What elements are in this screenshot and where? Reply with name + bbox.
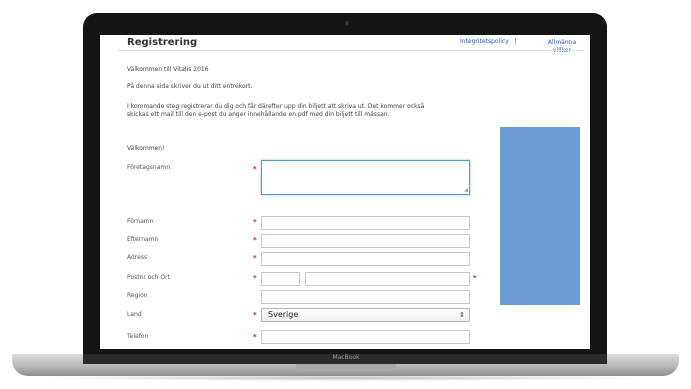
header-divider bbox=[118, 50, 584, 51]
laptop-notch bbox=[296, 364, 396, 371]
laptop-brand-label: MacBook bbox=[332, 354, 360, 361]
required-marker: * bbox=[253, 236, 257, 244]
select-arrows-icon: ⇕ bbox=[459, 311, 465, 319]
info-text-line1: I kommande steg registrerar du dig och f… bbox=[127, 103, 425, 110]
company-label: Företagsnamn bbox=[127, 164, 171, 171]
firstname-input[interactable] bbox=[261, 216, 470, 230]
lastname-input[interactable] bbox=[261, 234, 470, 248]
required-marker: * bbox=[253, 254, 257, 262]
terms-link[interactable]: Allmänna villkor bbox=[541, 39, 583, 55]
phone-input[interactable] bbox=[261, 330, 470, 344]
country-label: Land bbox=[127, 311, 142, 318]
privacy-policy-link[interactable]: Integritetspolicy bbox=[460, 38, 509, 45]
required-marker: * bbox=[253, 274, 257, 282]
city-input[interactable] bbox=[305, 272, 470, 286]
region-label: Region bbox=[127, 292, 148, 299]
required-marker: * bbox=[473, 274, 477, 282]
resize-grip-icon[interactable]: ◢ bbox=[464, 187, 468, 193]
required-marker: * bbox=[253, 311, 257, 319]
info-text-line2: skickas ett mail till den e-post du ange… bbox=[127, 111, 390, 118]
phone-label: Telefon bbox=[127, 333, 149, 340]
lastname-label: Efternamn bbox=[127, 236, 159, 243]
address-input[interactable] bbox=[261, 252, 470, 266]
welcome-text: Välkommen till Vitalis 2016 bbox=[127, 66, 209, 73]
required-marker: * bbox=[253, 333, 257, 341]
country-select[interactable]: Sverige ⇕ bbox=[261, 308, 470, 322]
sidebar-banner bbox=[500, 127, 580, 305]
required-marker: * bbox=[253, 218, 257, 226]
camera-icon bbox=[345, 21, 349, 25]
country-select-value: Sverige bbox=[268, 310, 299, 319]
greeting-text: Välkommen! bbox=[127, 145, 165, 152]
required-marker: * bbox=[253, 165, 257, 173]
browser-screen: Registrering Integritetspolicy | Allmänna… bbox=[100, 35, 590, 349]
intro-text: På denna sida skriver du ut ditt entréko… bbox=[127, 83, 253, 90]
zip-input[interactable] bbox=[261, 272, 300, 286]
address-label: Adress bbox=[127, 254, 148, 261]
header-links: Integritetspolicy | bbox=[460, 38, 523, 45]
link-separator: | bbox=[514, 38, 517, 45]
zip-city-label: Postnr och Ort bbox=[127, 274, 170, 281]
region-input[interactable] bbox=[261, 290, 470, 304]
firstname-label: Förnamn bbox=[127, 218, 154, 225]
company-textarea[interactable]: ◢ bbox=[261, 160, 470, 195]
page-title: Registrering bbox=[127, 37, 198, 48]
